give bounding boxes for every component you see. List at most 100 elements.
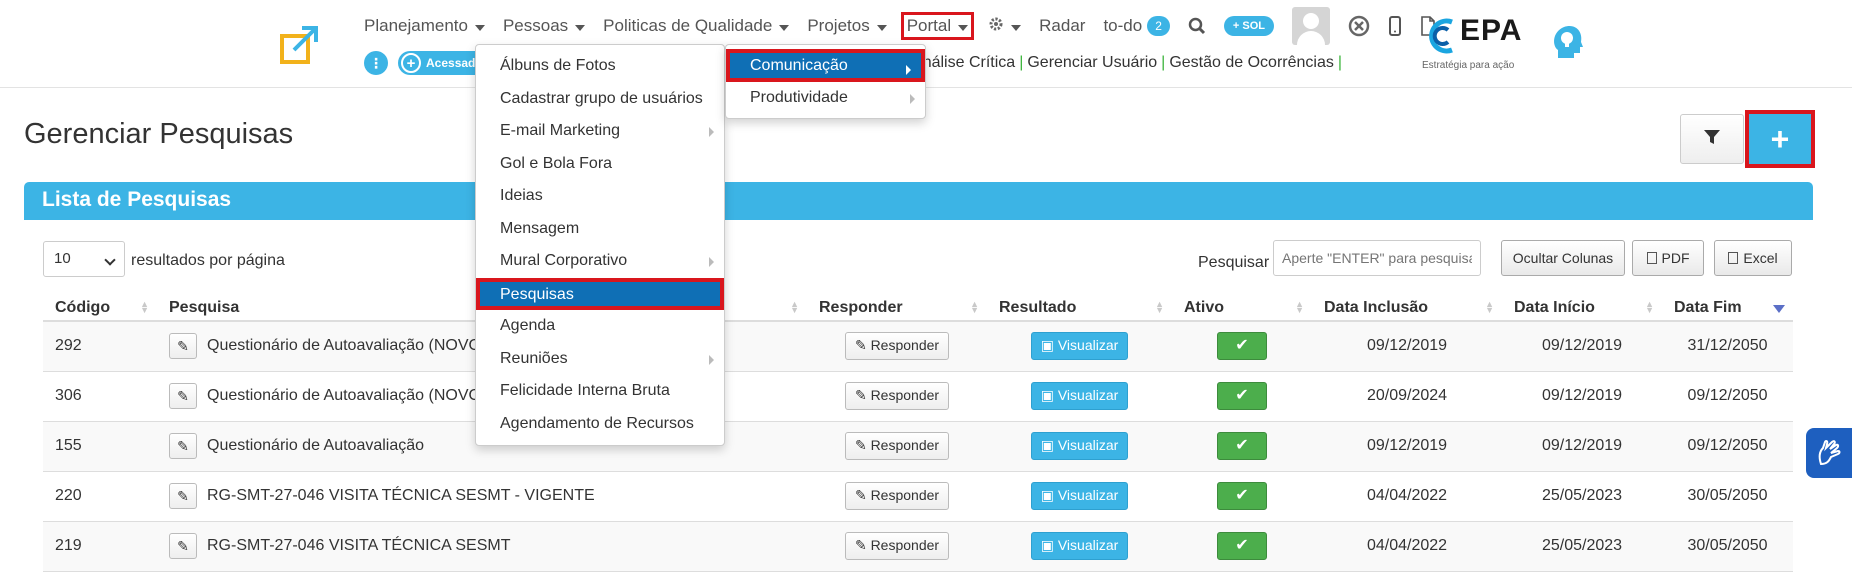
menu-item-felicidade-interna-bruta[interactable]: Felicidade Interna Bruta (476, 375, 724, 408)
menu-item-reunioes[interactable]: Reuniões (476, 343, 724, 376)
col-ativo[interactable]: Ativo ▲ ▼ (1172, 295, 1312, 322)
brand-logo: EPA Estratégia para ação (1420, 8, 1590, 74)
menu-item-produtividade[interactable]: Produtividade (726, 82, 925, 115)
chevron-right-icon (910, 93, 915, 104)
more-options-icon[interactable]: ⋮ (364, 51, 388, 75)
filter-icon (1703, 128, 1721, 151)
col-codigo[interactable]: Código ▲ ▼ (43, 295, 157, 322)
active-check-button[interactable]: ✔ (1217, 382, 1267, 410)
settings-menu[interactable] (988, 16, 1022, 37)
visualizar-button[interactable]: ▣ Visualizar (1030, 382, 1129, 410)
nav-pessoas[interactable]: Pessoas (503, 16, 586, 36)
comunicacao-submenu: Álbuns de Fotos Cadastrar grupo de usuár… (475, 44, 725, 446)
cell-resultado: ▣ Visualizar (987, 471, 1172, 522)
cell-resultado: ▣ Visualizar (987, 321, 1172, 372)
quick-link-gestao-ocorrencias[interactable]: Gestão de Ocorrências (1169, 54, 1334, 72)
sort-desc-icon (1773, 305, 1785, 313)
sort-icon: ▲ ▼ (970, 299, 979, 315)
nav-radar[interactable]: Radar (1039, 16, 1085, 36)
active-check-button[interactable]: ✔ (1217, 532, 1267, 560)
sort-icon: ▲ ▼ (1155, 299, 1164, 315)
responder-button[interactable]: ✎ Responder (844, 532, 950, 560)
cell-code: 292 (43, 321, 157, 372)
search-input[interactable] (1273, 240, 1481, 276)
responder-button[interactable]: ✎ Responder (844, 382, 950, 410)
menu-item-comunicacao[interactable]: Comunicação (726, 49, 925, 82)
nav-planejamento[interactable]: Planejamento (364, 16, 485, 36)
menu-item-pesquisas[interactable]: Pesquisas (476, 277, 724, 310)
col-responder[interactable]: Responder ▲ ▼ (807, 295, 987, 322)
visualizar-button[interactable]: ▣ Visualizar (1030, 482, 1129, 510)
menu-item-mural-corporativo[interactable]: Mural Corporativo (476, 245, 724, 278)
user-avatar[interactable] (1291, 7, 1330, 45)
search-icon[interactable] (1188, 17, 1206, 35)
pencil-icon[interactable]: ✎ (169, 433, 197, 459)
cell-name: ✎ RG-SMT-27-046 VISITA TÉCNICA SESMT (157, 521, 807, 572)
nav-portal[interactable]: Portal (900, 12, 975, 40)
chevron-right-icon (709, 354, 714, 365)
quick-link-analise-critica[interactable]: nálise Crítica (923, 54, 1015, 72)
link-separator: | (1161, 54, 1166, 71)
sign-language-icon[interactable] (1806, 428, 1852, 478)
close-circle-icon[interactable] (1348, 15, 1370, 37)
chevron-right-icon (906, 65, 911, 75)
cell-resultado: ▣ Visualizar (987, 371, 1172, 422)
nav-politicas-qualidade[interactable]: Politicas de Qualidade (603, 16, 790, 36)
visualizar-button[interactable]: ▣ Visualizar (1030, 432, 1129, 460)
pencil-icon[interactable]: ✎ (169, 533, 197, 559)
pencil-icon[interactable]: ✎ (169, 333, 197, 360)
menu-item-email-marketing[interactable]: E-mail Marketing (476, 115, 724, 148)
active-check-button[interactable]: ✔ (1217, 482, 1267, 510)
menu-item-cadastrar-grupo[interactable]: Cadastrar grupo de usuários (476, 83, 724, 116)
head-bulb-icon (1554, 26, 1583, 58)
chevron-right-icon (709, 127, 714, 137)
page-length-select[interactable]: 10 (43, 241, 125, 277)
cell-code: 306 (43, 371, 157, 422)
responder-button[interactable]: ✎ Responder (844, 482, 950, 510)
menu-item-albuns-fotos[interactable]: Álbuns de Fotos (476, 50, 724, 83)
cell-inclusion: 09/12/2019 (1312, 421, 1502, 472)
active-check-button[interactable]: ✔ (1217, 332, 1267, 361)
menu-item-agenda[interactable]: Agenda (476, 310, 724, 343)
gear-icon (988, 16, 1004, 37)
pdf-button[interactable]: PDF (1632, 240, 1704, 276)
sort-icon: ▲ ▼ (1485, 299, 1494, 315)
quick-link-gerenciar-usuario[interactable]: Gerenciar Usuário (1027, 54, 1157, 72)
responder-button[interactable]: ✎ Responder (844, 432, 950, 460)
add-pesquisa-button[interactable]: + (1745, 110, 1815, 168)
col-data-inclusao[interactable]: Data Inclusão ▲ ▼ (1312, 295, 1502, 322)
sol-button[interactable]: + SOL (1223, 16, 1274, 36)
nav-todo[interactable]: to-do 2 (1103, 16, 1170, 36)
avatar (1291, 7, 1330, 45)
cell-end: 09/12/2050 (1662, 371, 1793, 422)
table-row: 306 ✎ Questionário de Autoavaliação (NOVO… (43, 371, 1793, 422)
chevron-right-icon (709, 257, 714, 267)
main-nav: Planejamento Pessoas Politicas de Qualid… (364, 7, 1454, 45)
visualizar-button[interactable]: ▣ Visualizar (1030, 332, 1129, 361)
responder-button[interactable]: ✎ Responder (844, 332, 950, 361)
menu-item-agendamento-recursos[interactable]: Agendamento de Recursos (476, 408, 724, 441)
hide-columns-button[interactable]: Ocultar Colunas (1501, 240, 1625, 276)
pesquisas-table: Código ▲ ▼ Pesquisa ▲ ▼ Responder ▲ ▼ Resultad… (43, 295, 1793, 572)
col-data-inicio[interactable]: Data Início ▲ ▼ (1502, 295, 1662, 322)
filter-button[interactable] (1680, 114, 1744, 164)
nav-projetos[interactable]: Projetos (807, 16, 887, 36)
menu-item-gol-bola-fora[interactable]: Gol e Bola Fora (476, 148, 724, 181)
cell-code: 155 (43, 421, 157, 472)
pencil-icon[interactable]: ✎ (169, 383, 197, 409)
cell-ativo: ✔ (1172, 421, 1312, 472)
link-separator: | (1019, 54, 1024, 71)
mobile-icon[interactable] (1388, 16, 1402, 36)
excel-button[interactable]: Excel (1714, 240, 1792, 276)
pencil-icon[interactable]: ✎ (169, 483, 197, 509)
menu-item-mensagem[interactable]: Mensagem (476, 213, 724, 246)
col-data-fim[interactable]: Data Fim (1662, 295, 1793, 322)
visualizar-button[interactable]: ▣ Visualizar (1030, 532, 1129, 560)
col-resultado[interactable]: Resultado ▲ ▼ (987, 295, 1172, 322)
active-check-button[interactable]: ✔ (1217, 432, 1267, 460)
app-logo-icon[interactable] (278, 22, 322, 66)
brand-name: EPA (1460, 14, 1523, 47)
menu-item-ideias[interactable]: Ideias (476, 180, 724, 213)
plus-icon: + (401, 53, 421, 73)
panel-title: Lista de Pesquisas (42, 188, 232, 211)
